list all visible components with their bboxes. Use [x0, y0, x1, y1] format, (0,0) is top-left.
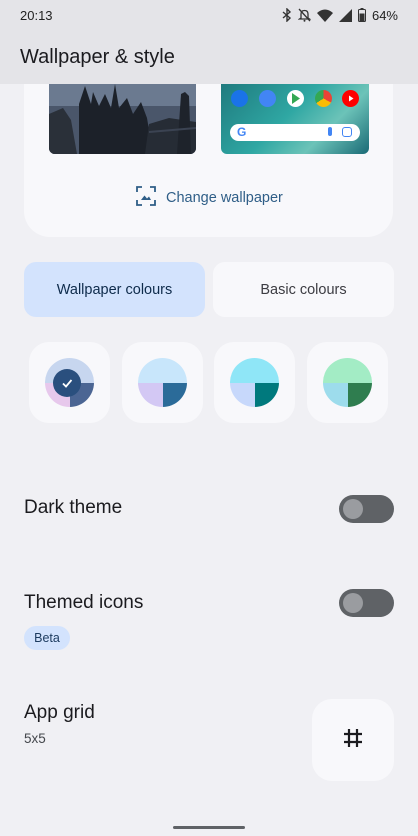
- wallpaper-image-icon: [136, 186, 156, 210]
- dark-theme-label: Dark theme: [24, 497, 123, 518]
- notifications-off-icon: [297, 8, 311, 22]
- cathedral-image: [49, 84, 196, 154]
- colour-option-4[interactable]: [307, 342, 388, 423]
- colour-option-2[interactable]: [122, 342, 203, 423]
- toggle-knob: [343, 499, 363, 519]
- lock-screen-preview[interactable]: [49, 84, 196, 154]
- play-store-icon: [287, 90, 304, 107]
- phone-icon: [231, 90, 248, 107]
- mic-icon: [328, 127, 332, 136]
- swatch-bottom-left: [138, 382, 163, 407]
- colour-swatch: [138, 358, 187, 407]
- colour-option-3[interactable]: [214, 342, 295, 423]
- swatch-bottom-right: [254, 382, 279, 407]
- youtube-icon: [342, 90, 359, 107]
- swatch-bottom-right: [162, 382, 187, 407]
- wifi-icon: [316, 9, 333, 22]
- tab-basic-colours[interactable]: Basic colours: [213, 262, 394, 317]
- lens-icon: [342, 127, 352, 137]
- tab-wallpaper-colours[interactable]: Wallpaper colours: [24, 262, 205, 317]
- chrome-icon: [315, 90, 332, 107]
- swatch-bottom-right: [347, 382, 372, 407]
- swatch-top: [230, 358, 279, 383]
- messages-icon: [259, 90, 276, 107]
- tab-basic-colours-label: Basic colours: [260, 281, 347, 298]
- app-grid-button[interactable]: [312, 699, 394, 781]
- swatch-bottom-left: [323, 382, 348, 407]
- home-screen-preview[interactable]: G: [221, 84, 369, 154]
- swatch-top: [323, 358, 372, 383]
- wallpaper-preview-card: G Change wallpaper: [24, 84, 393, 237]
- battery-percent: 64%: [371, 7, 398, 23]
- toggle-knob: [343, 593, 363, 613]
- themed-icons-label: Themed icons: [24, 592, 144, 613]
- google-logo: G: [237, 125, 247, 139]
- search-widget: G: [230, 124, 360, 141]
- app-grid-value: 5x5: [24, 731, 46, 746]
- app-bar: Wallpaper & style: [0, 30, 418, 84]
- grid-icon: [342, 727, 364, 754]
- tab-wallpaper-colours-label: Wallpaper colours: [56, 281, 173, 298]
- colour-swatch: [45, 358, 94, 407]
- swatch-top: [138, 358, 187, 383]
- battery-icon: [357, 8, 366, 22]
- signal-icon: [338, 8, 352, 22]
- bluetooth-icon: [282, 8, 292, 22]
- selected-check-icon: [53, 369, 81, 397]
- colour-swatch: [230, 358, 279, 407]
- colour-swatch: [323, 358, 372, 407]
- swatch-bottom-left: [230, 382, 255, 407]
- status-bar: 20:13 64%: [0, 0, 418, 30]
- change-wallpaper-button[interactable]: Change wallpaper: [136, 186, 283, 210]
- app-grid-label: App grid: [24, 702, 95, 723]
- gesture-nav-handle[interactable]: [173, 826, 245, 829]
- page-title: Wallpaper & style: [20, 45, 175, 68]
- colour-option-1[interactable]: [29, 342, 110, 423]
- status-icons: 64%: [282, 8, 398, 23]
- beta-badge: Beta: [24, 626, 70, 650]
- themed-icons-toggle[interactable]: [339, 589, 394, 617]
- status-time: 20:13: [20, 7, 53, 23]
- change-wallpaper-label: Change wallpaper: [166, 190, 283, 206]
- dark-theme-toggle[interactable]: [339, 495, 394, 523]
